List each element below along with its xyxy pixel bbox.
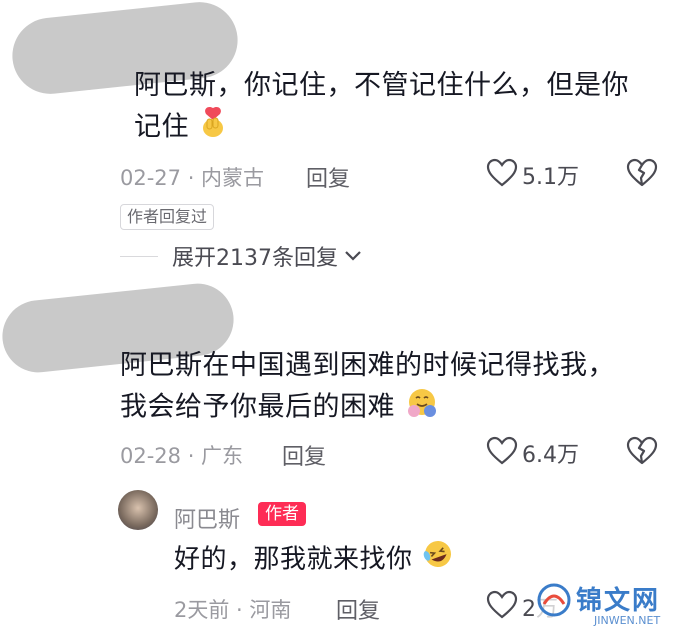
- comment-2-line-1: 阿巴斯在中国遇到困难的时候记得找我，: [120, 350, 615, 381]
- watermark-brand: 锦文网: [576, 586, 661, 616]
- comment-2-date-location: 02-28 · 广东: [120, 444, 244, 468]
- comment-1-like-count: 5.1万: [522, 165, 579, 190]
- heart-icon: [486, 590, 518, 624]
- reply-like-count-number: 2: [522, 597, 536, 622]
- author-replied-badge: 作者回复过: [120, 204, 215, 230]
- watermark-logo-icon: [536, 582, 572, 622]
- comment-2-reply-button[interactable]: 回复: [282, 439, 326, 471]
- reply-date-location: 2天前 · 河南: [174, 598, 292, 622]
- comment-2-like-button[interactable]: 6.4万: [486, 436, 579, 470]
- comment-1-date-location: 02-27 · 内蒙古: [120, 166, 265, 190]
- reply-text-content: 好的，那我就来找你: [174, 544, 413, 575]
- comment-1-line-2: 记住: [134, 106, 654, 150]
- finger-heart-emoji: [198, 106, 228, 150]
- comment-2-line-2: 我会给予你最后的困难: [120, 386, 660, 430]
- comment-2-dislike-button[interactable]: [626, 436, 658, 470]
- reply-author-avatar[interactable]: [118, 490, 158, 530]
- comment-2-like-count: 6.4万: [522, 443, 579, 468]
- comment-1-line-1: 阿巴斯，你记住，不管记住什么，但是你: [134, 70, 629, 101]
- comment-2-text: 阿巴斯在中国遇到困难的时候记得找我， 我会给予你最后的困难: [120, 346, 660, 430]
- broken-heart-icon: [626, 436, 658, 470]
- broken-heart-icon: [626, 158, 658, 192]
- rolling-laughing-emoji: [421, 538, 455, 582]
- reply-reply-button[interactable]: 回复: [336, 593, 380, 625]
- watermark: 锦文网 JINWEN.NET: [536, 578, 682, 630]
- comment-2-line-2-text: 我会给予你最后的困难: [120, 391, 395, 423]
- comment-1-text: 阿巴斯，你记住，不管记住什么，但是你 记住: [134, 66, 654, 150]
- reply-text: 好的，那我就来找你: [174, 538, 455, 582]
- watermark-url: JINWEN.NET: [594, 614, 661, 627]
- expand-replies-button[interactable]: 展开2137条回复: [172, 240, 362, 272]
- expand-divider: [120, 256, 158, 257]
- comment-1-line-2-text: 记住: [134, 111, 189, 143]
- comment-1-dislike-button[interactable]: [626, 158, 658, 192]
- hugging-face-emoji: [404, 386, 440, 430]
- heart-icon: [486, 158, 518, 192]
- expand-replies-label: 展开2137条回复: [172, 246, 338, 271]
- reply-author-name[interactable]: 阿巴斯: [174, 502, 240, 534]
- chevron-down-icon: [344, 247, 362, 266]
- comment-1-reply-button[interactable]: 回复: [306, 161, 350, 193]
- author-badge: 作者: [258, 502, 306, 526]
- comment-1-like-button[interactable]: 5.1万: [486, 158, 579, 192]
- heart-icon: [486, 436, 518, 470]
